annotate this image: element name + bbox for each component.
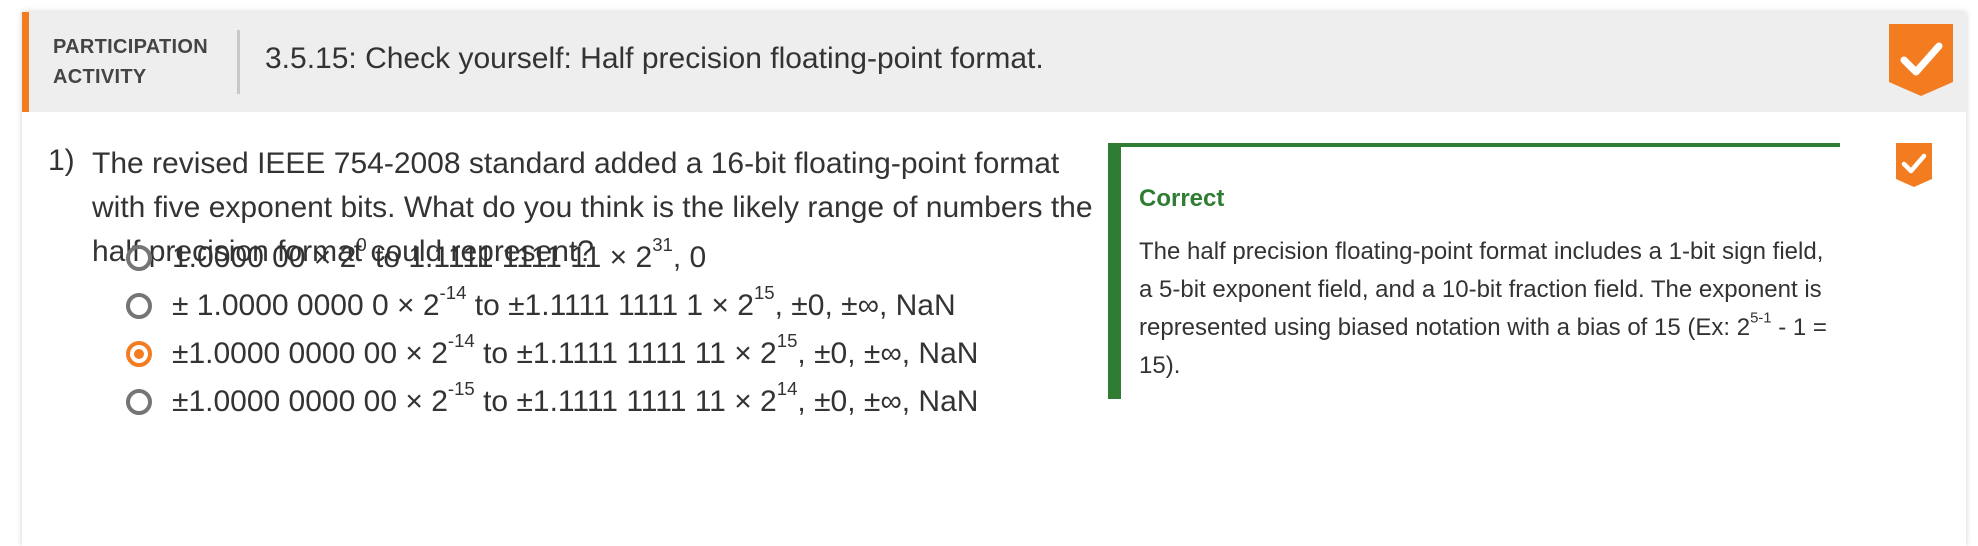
check-icon — [1896, 143, 1932, 187]
radio-button[interactable] — [126, 245, 152, 271]
feedback-title: Correct — [1139, 185, 1225, 212]
choice-text-part: ±1.0000 0000 00 × 2 — [172, 337, 448, 370]
participation-activity-card: PARTICIPATION ACTIVITY 3.5.15: Check you… — [22, 12, 1966, 546]
choice-exponent: 0 — [356, 234, 367, 256]
choice-text-part: , ±0, ±∞, NaN — [797, 337, 979, 370]
choice-text-part: to ±1.1111 1111 11 × 2 — [474, 337, 777, 370]
feedback-panel: Correct The half precision floating-poin… — [1108, 143, 1840, 399]
activity-type-label: PARTICIPATION ACTIVITY — [53, 32, 213, 92]
activity-header: PARTICIPATION ACTIVITY 3.5.15: Check you… — [22, 12, 1966, 112]
answer-choice-1[interactable]: 1.0000 00 × 20 to 1.1111 1111 11 × 231, … — [126, 234, 1106, 282]
answer-choice-3[interactable]: ±1.0000 0000 00 × 2-14 to ±1.1111 1111 1… — [126, 330, 1106, 378]
choice-exponent: 15 — [776, 330, 798, 352]
choice-exponent: 15 — [753, 282, 775, 304]
choice-text-part: 1.0000 00 × 2 — [172, 241, 357, 274]
radio-button[interactable] — [126, 293, 152, 319]
choice-exponent: -14 — [447, 330, 475, 352]
radio-button[interactable] — [126, 389, 152, 415]
choice-text-part: to ±1.1111 1111 1 × 2 — [466, 289, 754, 322]
feedback-exponent: 5-1 — [1750, 310, 1772, 327]
choice-label[interactable]: ±1.0000 0000 00 × 2-15 to ±1.1111 1111 1… — [172, 379, 979, 419]
choice-text-part: to 1.1111 1111 11 × 2 — [366, 241, 653, 274]
choice-text-part: , ±0, ±∞, NaN — [797, 385, 979, 418]
choice-text-part: to ±1.1111 1111 11 × 2 — [474, 385, 777, 418]
activity-title: 3.5.15: Check yourself: Half precision f… — [265, 42, 1044, 75]
radio-button-selected[interactable] — [126, 341, 152, 367]
choice-exponent: -15 — [447, 378, 475, 400]
choice-text-part: ± 1.0000 0000 0 × 2 — [172, 289, 440, 322]
feedback-explanation: The half precision floating-point format… — [1139, 233, 1839, 385]
activity-type-label-line2: ACTIVITY — [53, 66, 147, 88]
check-icon — [1889, 24, 1953, 96]
choice-label[interactable]: 1.0000 00 × 20 to 1.1111 1111 11 × 231, … — [172, 235, 707, 275]
choice-text-part: ±1.0000 0000 00 × 2 — [172, 385, 448, 418]
choice-exponent: 31 — [652, 234, 673, 256]
choice-exponent: 14 — [776, 378, 798, 400]
choice-label[interactable]: ± 1.0000 0000 0 × 2-14 to ±1.1111 1111 1… — [172, 283, 956, 323]
choice-exponent: -14 — [439, 282, 467, 304]
question-number: 1) — [48, 144, 75, 177]
header-divider — [237, 30, 240, 94]
choice-label[interactable]: ±1.0000 0000 00 × 2-14 to ±1.1111 1111 1… — [172, 331, 979, 371]
activity-type-label-line1: PARTICIPATION — [53, 36, 209, 58]
feedback-text-part: The half precision floating-point format… — [1139, 238, 1824, 341]
choice-text-part: , ±0, ±∞, NaN — [774, 289, 956, 322]
answer-choice-4[interactable]: ±1.0000 0000 00 × 2-15 to ±1.1111 1111 1… — [126, 378, 1106, 426]
choice-text-part: , 0 — [672, 241, 707, 274]
answer-choice-2[interactable]: ± 1.0000 0000 0 × 2-14 to ±1.1111 1111 1… — [126, 282, 1106, 330]
